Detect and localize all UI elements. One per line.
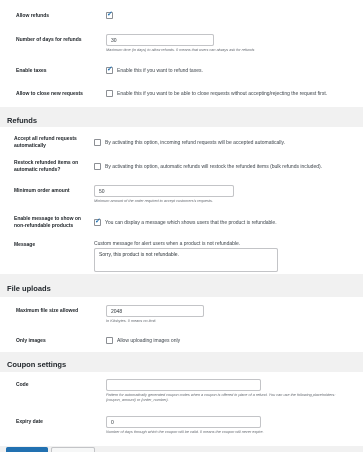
message-intro: Custom message for alert users when a pr… (94, 241, 241, 247)
file-uploads-panel: Maximum file size allowed 2048 In Kiloby… (0, 297, 363, 352)
enable-taxes-checkbox[interactable] (106, 65, 113, 74)
coupon-code-description-line1: Pattern for automatically generated coup… (106, 393, 336, 397)
min-order-label: Minimum order amount (14, 188, 70, 194)
general-settings-panel: Allow refunds Number of days for refunds… (0, 0, 363, 107)
file-uploads-section-title: File uploads (7, 284, 51, 293)
non-refundable-msg-checkbox[interactable] (94, 217, 101, 226)
allow-refunds-checkbox[interactable] (106, 10, 113, 19)
refunds-settings-panel: Accept all refund requests automatically… (0, 127, 363, 274)
message-label: Message (14, 242, 36, 248)
max-file-size-input[interactable]: 2048 (106, 305, 204, 317)
non-refundable-msg-label-line1: Enable message to show on (14, 216, 81, 222)
restock-label-line1: Restock refunded items on (14, 160, 79, 166)
coupon-code-label: Code (16, 382, 29, 388)
days-for-refunds-description: Maximum time (in days) to allow refunds.… (106, 48, 255, 52)
enable-taxes-label: Enable taxes (16, 68, 47, 74)
coupon-settings-section-title: Coupon settings (7, 360, 67, 369)
secondary-action-button[interactable] (51, 447, 95, 452)
coupon-settings-panel: Code Pattern for automatically generated… (0, 372, 363, 446)
close-new-requests-text: Enable this if you want to be able to cl… (117, 91, 328, 97)
expiry-date-label: Expiry date (16, 419, 43, 425)
accept-all-checkbox[interactable] (94, 139, 101, 146)
allow-refunds-label: Allow refunds (16, 13, 50, 19)
only-images-checkbox[interactable] (106, 337, 113, 344)
non-refundable-msg-label-line2: non-refundable products (14, 222, 74, 229)
accept-all-text: By activating this option, incoming refu… (105, 140, 286, 146)
min-order-input[interactable]: 50 (94, 185, 234, 197)
accept-all-label: Accept all refund requests automatically (14, 136, 77, 149)
close-new-requests-checkbox[interactable] (106, 90, 113, 97)
expiry-date-description: Number of days through which the coupon … (106, 430, 264, 434)
refunds-section-title: Refunds (7, 116, 37, 125)
coupon-code-description-line2: {coupon_amount} or {order_number}. (106, 398, 169, 402)
days-for-refunds-label: Number of days for refunds (16, 37, 82, 43)
only-images-label: Only images (16, 338, 46, 344)
max-file-size-label: Maximum file size allowed (16, 308, 79, 314)
min-order-description: Minimum amount of the order required to … (94, 199, 213, 203)
restock-checkbox[interactable] (94, 163, 101, 170)
coupon-code-input[interactable] (106, 379, 261, 391)
non-refundable-msg-text: You can display a message which shows us… (105, 220, 277, 226)
only-images-text: Allow uploading images only (117, 338, 181, 344)
days-for-refunds-input[interactable]: 30 (106, 34, 214, 46)
expiry-date-input[interactable]: 0 (106, 416, 261, 428)
close-new-requests-label: Allow to close new requests (16, 91, 83, 97)
non-refundable-msg-label: Enable message to show on non-refundable… (14, 216, 81, 229)
accept-all-label-line2: automatically (14, 142, 46, 149)
accept-all-label-line1: Accept all refund requests (14, 136, 77, 142)
save-changes-button[interactable] (6, 447, 48, 452)
enable-taxes-text: Enable this if you want to refund taxes. (117, 68, 203, 74)
restock-text: By activating this option, automatic ref… (105, 164, 323, 170)
restock-label: Restock refunded items on automatic refu… (14, 160, 78, 173)
max-file-size-description: In Kilobytes. 0 means no limit. (106, 319, 157, 323)
message-textarea[interactable]: Sorry, this product is not refundable. (94, 248, 278, 272)
restock-label-line2: automatic refunds? (14, 166, 61, 173)
